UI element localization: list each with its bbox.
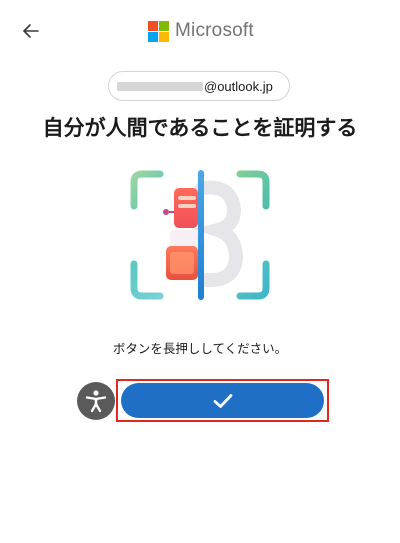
email-domain: @outlook.jp <box>204 78 273 94</box>
brand-name: Microsoft <box>175 20 254 41</box>
human-verification-scan-icon <box>126 166 274 304</box>
back-button[interactable] <box>18 20 44 42</box>
verification-page: Microsoft @outlook.jp 自分が人間であることを証明する ボタ… <box>0 0 400 543</box>
arrow-left-icon <box>23 24 39 38</box>
email-redacted-part <box>117 81 203 91</box>
press-and-hold-button[interactable] <box>121 383 324 418</box>
page-title: 自分が人間であることを証明する <box>42 116 358 140</box>
instruction-text: ボタンを長押ししてください。 <box>112 341 288 356</box>
accessibility-person-icon <box>85 390 107 413</box>
checkmark-icon <box>213 393 232 408</box>
account-email-pill[interactable]: @outlook.jp <box>108 71 290 101</box>
microsoft-brand: Microsoft <box>148 20 254 42</box>
microsoft-logo-icon <box>148 20 169 42</box>
accessibility-button[interactable] <box>77 382 115 420</box>
